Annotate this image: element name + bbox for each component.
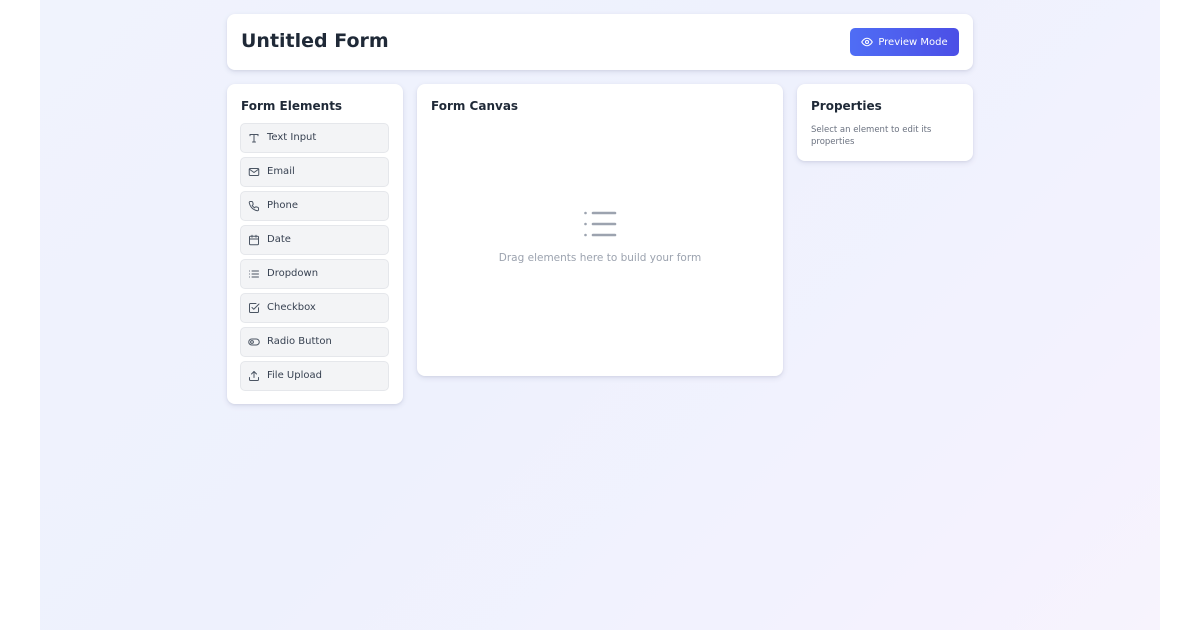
eye-icon	[861, 36, 874, 48]
element-email[interactable]: Email	[240, 157, 389, 187]
form-canvas-panel: Form Canvas Drag elements here to build …	[417, 84, 783, 376]
form-elements-list: Text Input Email Phone Date Dropdown Che…	[240, 123, 389, 395]
element-date[interactable]: Date	[240, 225, 389, 255]
text-type-icon	[248, 132, 260, 144]
properties-empty-text: Select an element to edit its properties	[811, 125, 932, 147]
list-icon	[583, 209, 617, 243]
element-label: Text Input	[267, 132, 317, 143]
element-file-upload[interactable]: File Upload	[240, 361, 389, 391]
element-label: Checkbox	[267, 302, 316, 313]
element-label: Radio Button	[267, 336, 332, 347]
preview-mode-button[interactable]: Preview Mode	[850, 28, 959, 56]
preview-mode-label: Preview Mode	[878, 36, 948, 48]
app-background: Untitled Form Preview Mode Form Elements…	[40, 0, 1160, 630]
form-title[interactable]: Untitled Form	[241, 29, 389, 53]
checkbox-icon	[248, 302, 260, 314]
upload-icon	[248, 370, 260, 382]
element-label: Date	[267, 234, 291, 245]
element-label: File Upload	[267, 370, 322, 381]
element-text-input[interactable]: Text Input	[240, 123, 389, 153]
element-phone[interactable]: Phone	[240, 191, 389, 221]
form-elements-title: Form Elements	[241, 99, 343, 113]
form-elements-panel: Form Elements Text Input Email Phone Dat…	[227, 84, 403, 404]
list-icon	[248, 268, 260, 280]
phone-icon	[248, 200, 260, 212]
properties-title: Properties	[811, 99, 882, 113]
canvas-drop-zone[interactable]: Drag elements here to build your form	[431, 126, 769, 362]
element-label: Phone	[267, 200, 298, 211]
mail-icon	[248, 166, 260, 178]
form-canvas-title: Form Canvas	[431, 99, 519, 113]
calendar-icon	[248, 234, 260, 246]
element-dropdown[interactable]: Dropdown	[240, 259, 389, 289]
properties-panel: Properties Select an element to edit its…	[797, 84, 973, 161]
element-label: Email	[267, 166, 295, 177]
element-radio-button[interactable]: Radio Button	[240, 327, 389, 357]
toggle-icon	[248, 336, 260, 348]
element-checkbox[interactable]: Checkbox	[240, 293, 389, 323]
canvas-empty-text: Drag elements here to build your form	[498, 252, 702, 264]
form-header: Untitled Form Preview Mode	[227, 14, 973, 70]
element-label: Dropdown	[267, 268, 319, 279]
